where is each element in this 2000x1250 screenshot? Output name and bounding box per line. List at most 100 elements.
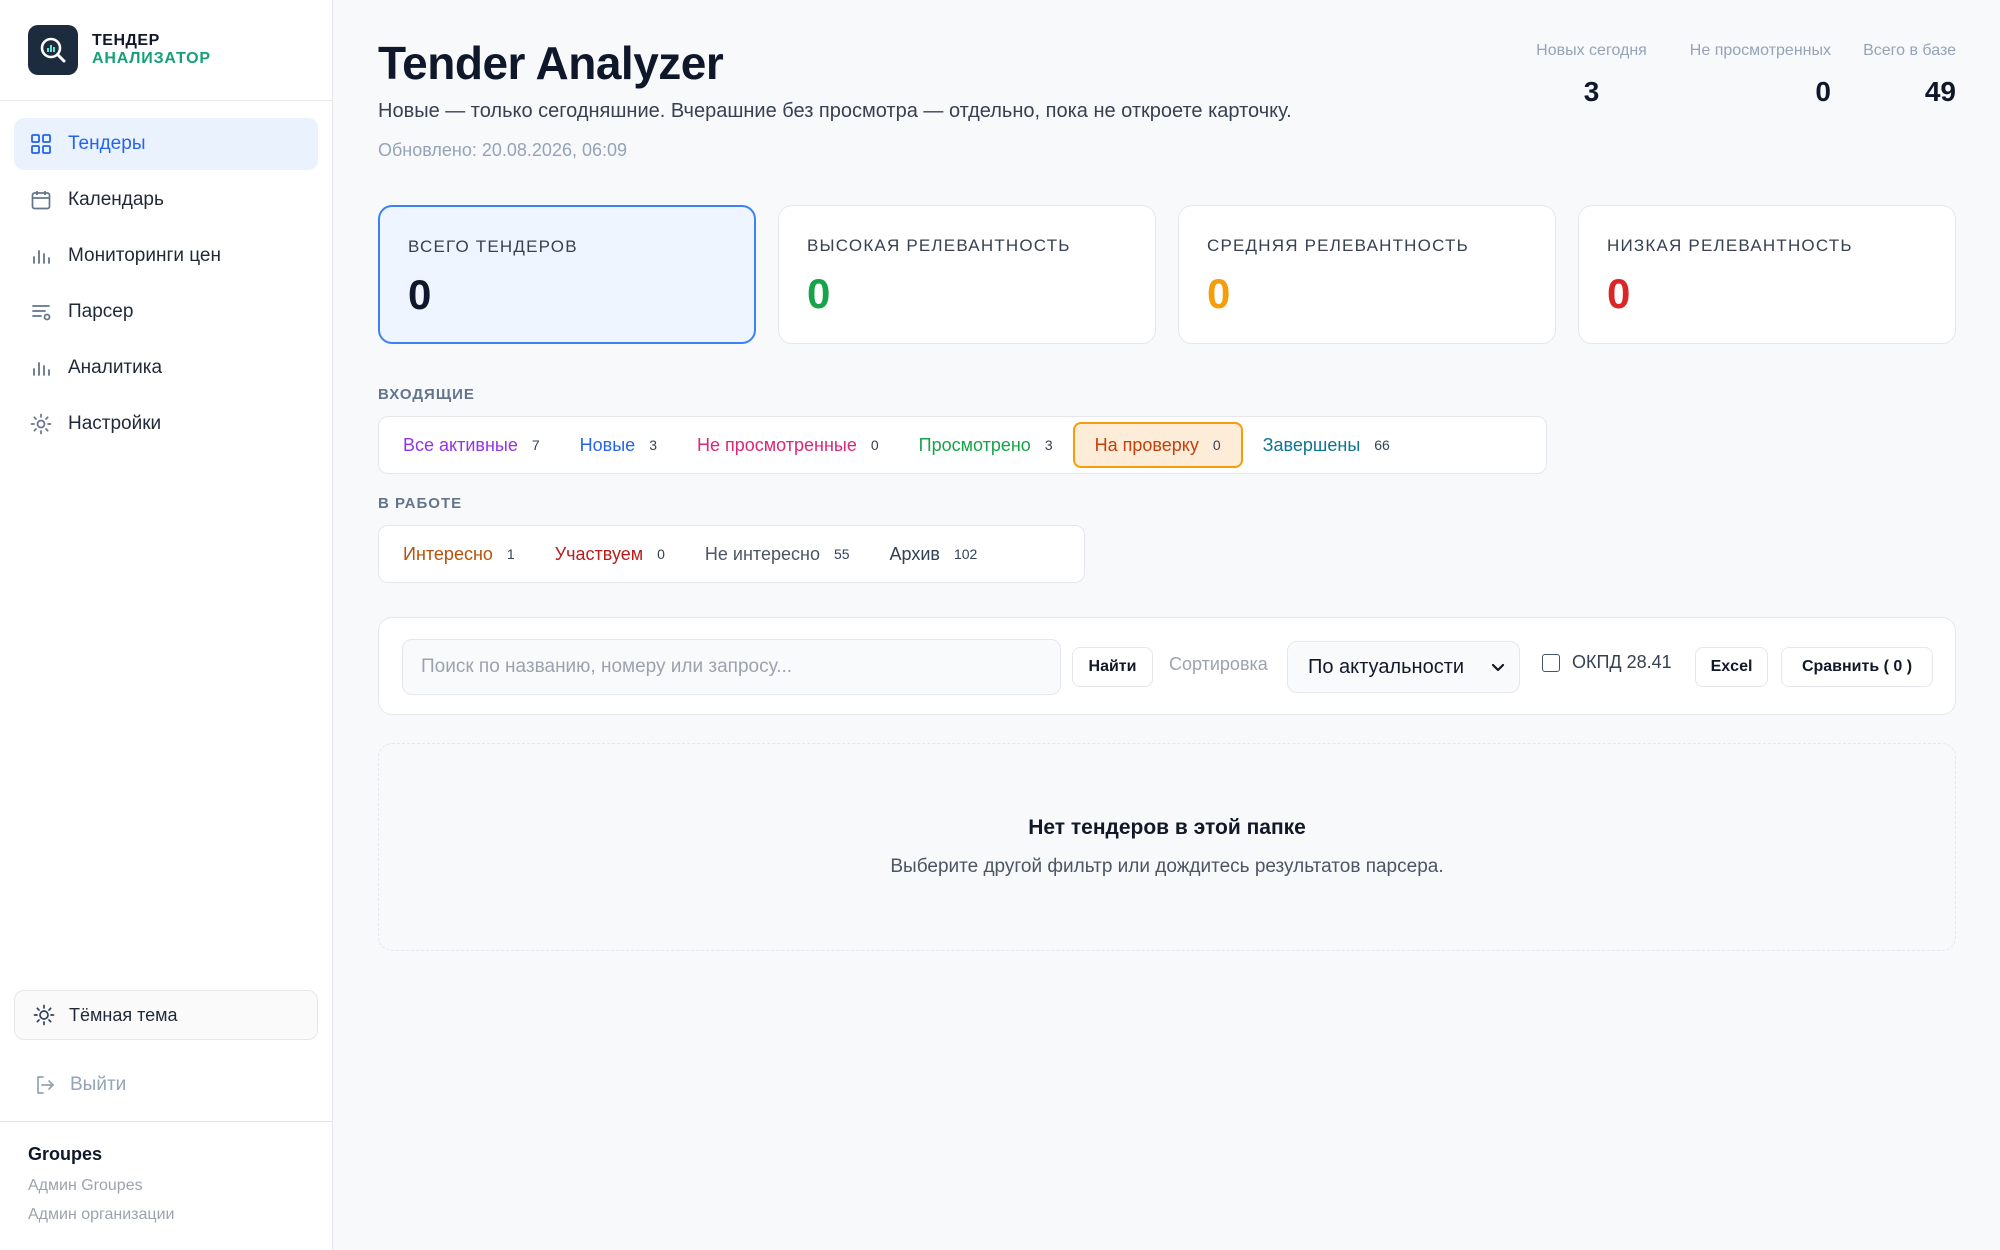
- sidebar-item-label: Тендеры: [68, 133, 146, 154]
- card-label: ВСЕГО ТЕНДЕРОВ: [408, 237, 578, 256]
- card-total-tenders[interactable]: ВСЕГО ТЕНДЕРОВ 0: [378, 205, 756, 344]
- tab-label: Новые: [579, 434, 636, 455]
- okpd-label: ОКПД 28.41: [1572, 652, 1672, 672]
- tab-label: На проверку: [1094, 434, 1199, 455]
- tab-count: 55: [833, 546, 850, 562]
- tab-new[interactable]: Новые 3: [560, 422, 677, 468]
- page-subtitle: Новые — только сегодняшние. Вчерашние бе…: [378, 100, 1292, 122]
- sidebar: ТЕНДЕР АНАЛИЗАТОР Тендеры Календарь Мони…: [0, 0, 333, 1250]
- tab-interesting[interactable]: Интересно 1: [383, 531, 535, 577]
- tab-label: Завершены: [1262, 434, 1361, 455]
- tab-unviewed[interactable]: Не просмотренные 0: [677, 422, 899, 468]
- card-high-relevance[interactable]: ВЫСОКАЯ РЕЛЕВАНТНОСТЬ 0: [778, 205, 1156, 344]
- bar-chart-icon: [30, 245, 52, 267]
- tab-count: 0: [657, 546, 665, 562]
- tab-count: 7: [531, 437, 540, 453]
- sort-select[interactable]: По актуальности: [1287, 641, 1520, 693]
- checkbox-icon: [1542, 653, 1560, 672]
- compare-button[interactable]: Сравнить ( 0 ): [1781, 647, 1933, 687]
- logout-icon: [34, 1074, 56, 1096]
- lines-icon: [30, 301, 52, 323]
- sort-selected-value: По актуальности: [1308, 655, 1465, 678]
- summary-cards: ВСЕГО ТЕНДЕРОВ 0 ВЫСОКАЯ РЕЛЕВАНТНОСТЬ 0…: [378, 205, 1956, 344]
- sidebar-item-label: Настройки: [68, 413, 162, 434]
- tab-label: Просмотрено: [918, 434, 1031, 455]
- grid-icon: [30, 133, 52, 155]
- card-label: СРЕДНЯЯ РЕЛЕВАНТНОСТЬ: [1207, 236, 1469, 255]
- excel-export-button[interactable]: Excel: [1695, 647, 1768, 687]
- stat-unviewed: Не просмотренных 0: [1654, 42, 1831, 108]
- theme-toggle-label: Тёмная тема: [69, 1004, 178, 1025]
- tab-label: Не просмотренные: [696, 434, 857, 455]
- empty-state-title: Нет тендеров в этой папке: [1028, 816, 1306, 839]
- stat-value: 3: [1583, 76, 1600, 107]
- sidebar-item-tenders[interactable]: Тендеры: [14, 118, 318, 170]
- user-role: Админ Groupes: [28, 1177, 143, 1194]
- card-value: 0: [1607, 270, 1631, 317]
- card-label: НИЗКАЯ РЕЛЕВАНТНОСТЬ: [1607, 236, 1853, 255]
- tab-archive[interactable]: Архив 102: [870, 531, 998, 577]
- tab-participating[interactable]: Участвуем 0: [535, 531, 685, 577]
- sidebar-item-analytics[interactable]: Аналитика: [14, 342, 318, 394]
- logout-button[interactable]: Выйти: [14, 1060, 126, 1110]
- tab-label: Все активные: [403, 434, 518, 455]
- sidebar-item-settings[interactable]: Настройки: [14, 398, 318, 450]
- sort-label: Сортировка: [1169, 654, 1268, 674]
- tab-count: 3: [1044, 437, 1053, 453]
- empty-state: Нет тендеров в этой папке Выберите друго…: [378, 743, 1956, 951]
- tab-label: Интересно: [403, 543, 493, 564]
- sidebar-item-parser[interactable]: Парсер: [14, 286, 318, 338]
- tab-viewed[interactable]: Просмотрено 3: [899, 422, 1073, 468]
- tab-count: 102: [953, 546, 978, 562]
- sidebar-item-price-monitoring[interactable]: Мониторинги цен: [14, 230, 318, 282]
- page-title: Tender Analyzer: [378, 37, 724, 89]
- sidebar-item-calendar[interactable]: Календарь: [14, 174, 318, 226]
- logo-icon: [28, 25, 78, 75]
- tab-for-review[interactable]: На проверку 0: [1072, 422, 1243, 468]
- tab-count: 66: [1374, 437, 1390, 453]
- tab-not-interesting[interactable]: Не интересно 55: [685, 531, 870, 577]
- stat-total-in-db: Всего в базе 49: [1831, 42, 1956, 108]
- user-role: Админ организации: [28, 1206, 175, 1223]
- sidebar-item-label: Календарь: [68, 189, 164, 210]
- filter-toolbar: Найти Сортировка По актуальности ОКПД 28…: [378, 617, 1956, 715]
- okpd-filter-checkbox[interactable]: ОКПД 28.41: [1542, 652, 1672, 673]
- section-label-in-work: В РАБОТЕ: [378, 495, 463, 512]
- top-stats: Новых сегодня 3 Не просмотренных 0 Всего…: [1529, 42, 1956, 108]
- theme-toggle-button[interactable]: Тёмная тема: [14, 990, 318, 1040]
- updated-timestamp: Обновлено: 20.08.2026, 06:09: [378, 140, 628, 160]
- brand[interactable]: ТЕНДЕР АНАЛИЗАТОР: [0, 0, 332, 101]
- logout-label: Выйти: [70, 1074, 127, 1095]
- empty-state-subtitle: Выберите другой фильтр или дождитесь рез…: [890, 856, 1444, 877]
- card-value: 0: [408, 271, 432, 318]
- search-input[interactable]: [402, 639, 1061, 695]
- stat-label: Не просмотренных: [1689, 42, 1831, 59]
- find-button[interactable]: Найти: [1072, 647, 1153, 687]
- tab-count: 3: [649, 437, 657, 453]
- card-low-relevance[interactable]: НИЗКАЯ РЕЛЕВАНТНОСТЬ 0: [1578, 205, 1956, 344]
- tab-label: Не интересно: [704, 543, 820, 564]
- chevron-down-icon: [1489, 658, 1507, 682]
- stat-value: 0: [1815, 76, 1831, 107]
- tab-count: 0: [870, 437, 879, 453]
- tab-all-active[interactable]: Все активные 7: [383, 422, 560, 468]
- tab-completed[interactable]: Завершены 66: [1243, 422, 1410, 468]
- sidebar-item-label: Мониторинги цен: [68, 245, 221, 266]
- brand-name-line1: ТЕНДЕР: [92, 32, 160, 49]
- card-value: 0: [1207, 270, 1231, 317]
- stat-new-today: Новых сегодня 3: [1529, 42, 1654, 108]
- card-label: ВЫСОКАЯ РЕЛЕВАНТНОСТЬ: [807, 236, 1071, 255]
- sun-icon: [33, 1004, 55, 1026]
- in-work-tabs: Интересно 1 Участвуем 0 Не интересно 55 Арх…: [378, 525, 1085, 583]
- tab-count: 0: [1212, 437, 1221, 453]
- org-name: Groupes: [28, 1144, 103, 1164]
- incoming-tabs: Все активные 7 Новые 3 Не просмотренные 0 П…: [378, 416, 1547, 474]
- calendar-icon: [30, 189, 52, 211]
- brand-name-line2: АНАЛИЗАТОР: [92, 50, 211, 67]
- card-medium-relevance[interactable]: СРЕДНЯЯ РЕЛЕВАНТНОСТЬ 0: [1178, 205, 1556, 344]
- sidebar-item-label: Парсер: [68, 301, 134, 322]
- stat-label: Всего в базе: [1863, 42, 1956, 59]
- sidebar-nav: Тендеры Календарь Мониторинги цен Парсер…: [0, 101, 332, 450]
- sidebar-item-label: Аналитика: [68, 357, 163, 378]
- stat-value: 49: [1924, 76, 1956, 107]
